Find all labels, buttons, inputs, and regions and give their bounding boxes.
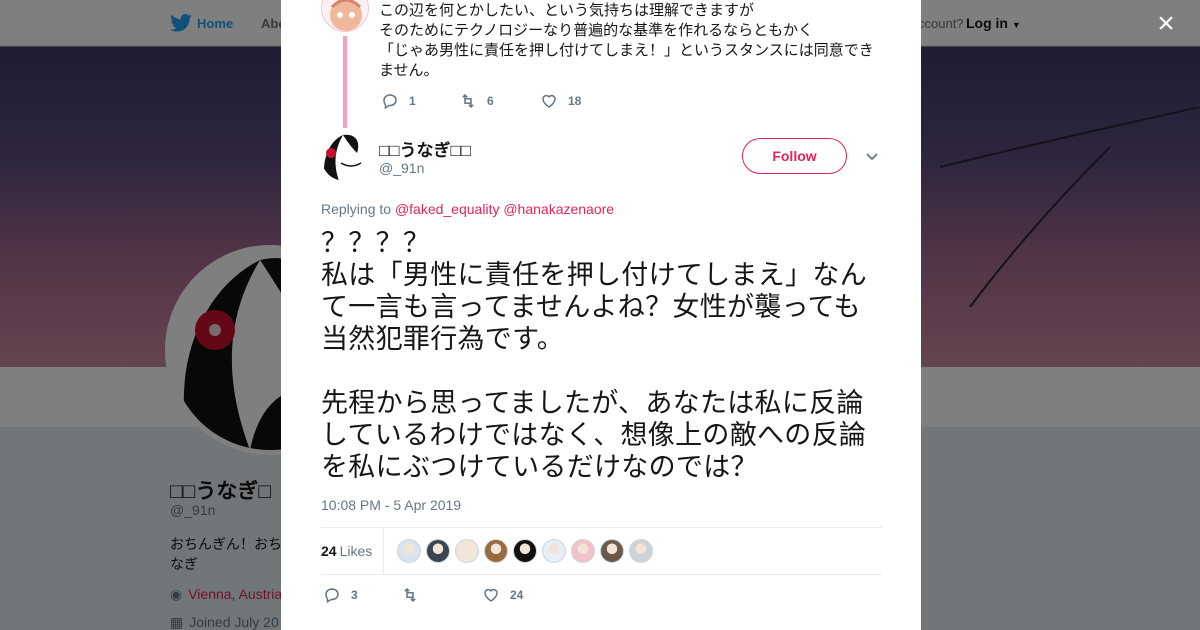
mention-link[interactable]: @hanakazenaore [503,201,614,217]
author-avatar-illustration [321,133,369,181]
liker-avatar[interactable] [455,539,479,563]
author-avatar[interactable] [321,133,369,181]
liker-avatar[interactable] [542,539,566,563]
author-display-name[interactable]: □□うなぎ□□ [379,136,471,161]
stats-divider [383,528,384,574]
parent-like-button[interactable]: 18 [540,92,581,110]
replying-to-prefix: Replying to [321,201,392,217]
parent-tweet-line: そのためにテクノロジーなり普遍的な基準を作れるならともかく [379,22,814,39]
parent-tweet-avatar[interactable] [321,0,369,32]
retweet-icon [404,587,416,603]
like-button[interactable]: 24 [482,586,523,604]
paragraph-break [321,355,886,387]
tweet-modal: この辺を何とかしたい、という気持ちは理解できますが そのためにテクノロジーなり普… [281,0,921,630]
liker-avatar[interactable] [629,539,653,563]
tweet-text: ？？？？ 私は「男性に責任を押し付けてしまえ」なんて一言も言ってませんよね？女性… [321,227,886,483]
author-handle[interactable]: @_91n [379,160,424,176]
close-icon[interactable]: × [1152,9,1180,39]
like-count: 24 [510,588,524,602]
chevron-down-icon[interactable] [864,148,880,164]
parent-retweet-button[interactable]: 6 [459,92,540,110]
liker-avatars [397,539,658,563]
parent-tweet-actions: 1 6 18 [381,92,581,110]
liker-avatar[interactable] [397,539,421,563]
tweet-actions: 3 24 [323,586,523,604]
likes-number: 24 [321,543,337,559]
liker-avatar[interactable] [484,539,508,563]
retweet-icon [462,93,474,109]
retweet-button[interactable] [401,586,482,604]
reply-button[interactable]: 3 [323,586,401,604]
parent-tweet-line: 「じゃあ男性に責任を押し付けてしまえ！」というスタンスには同意できません。 [379,42,874,79]
heart-icon [542,94,556,108]
liker-avatar[interactable] [426,539,450,563]
reply-icon [325,588,339,604]
tweet-line: 先程から思ってましたが、あなたは私に反論しているわけではなく、想像上の敵への反論… [321,388,867,482]
parent-reply-count: 1 [409,94,416,108]
tweet-line: 私は「男性に責任を押し付けてしまえ」なんて一言も言ってませんよね？女性が襲っても… [321,260,867,354]
parent-tweet-line: この辺を何とかしたい、という気持ちは理解できますが [379,2,755,19]
likes-stat[interactable]: 24 Likes [321,543,372,559]
liker-avatar[interactable] [571,539,595,563]
follow-button[interactable]: Follow [742,138,847,174]
reply-icon [383,94,397,110]
thread-connector-line [343,36,347,128]
mention-link[interactable]: @faked_equality [395,201,500,217]
parent-avatar-illustration [330,0,362,31]
liker-avatar[interactable] [513,539,537,563]
parent-tweet-text: この辺を何とかしたい、という気持ちは理解できますが そのためにテクノロジーなり普… [379,1,879,81]
replying-to: Replying to @faked_equality @hanakazenao… [321,201,614,217]
likes-word: Likes [339,543,373,559]
parent-like-count: 18 [568,94,582,108]
tweet-line: ？？？？ [321,228,431,258]
parent-reply-button[interactable]: 1 [381,92,459,110]
reply-count: 3 [351,588,358,602]
tweet-timestamp[interactable]: 10:08 PM - 5 Apr 2019 [321,497,461,513]
tweet-stats: 24 Likes [321,527,882,575]
parent-retweet-count: 6 [487,94,494,108]
liker-avatar[interactable] [600,539,624,563]
heart-icon [484,588,498,602]
